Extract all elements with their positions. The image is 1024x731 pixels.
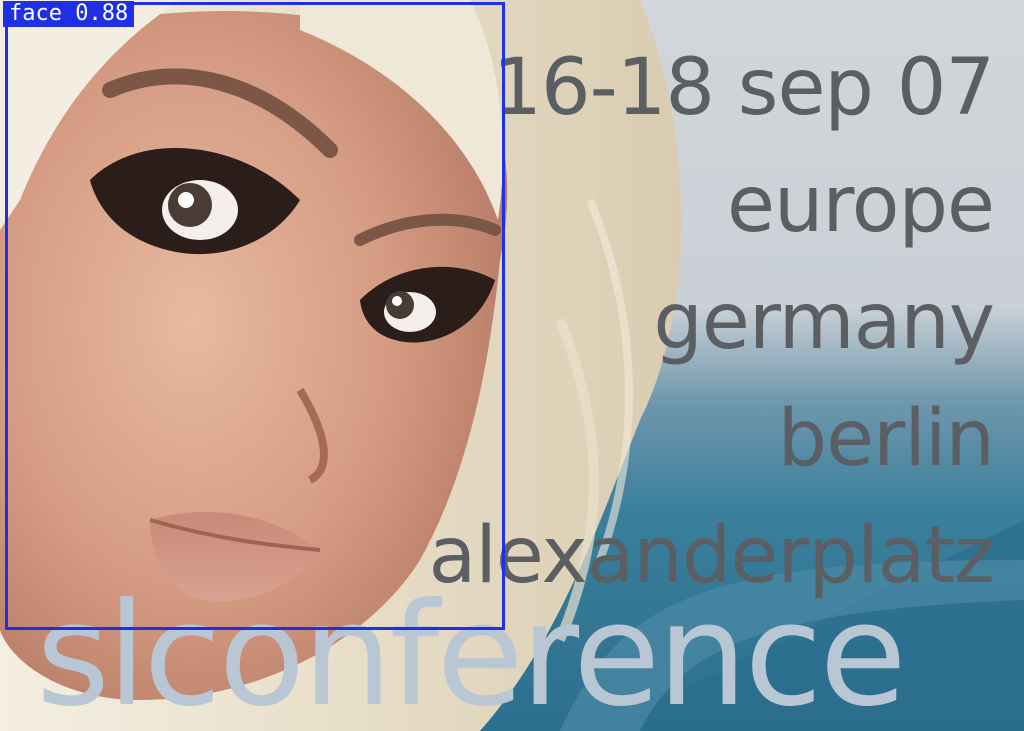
face-detection-box [5,2,505,630]
event-details: 16-18 sep 07 europe germany berlin alexa… [428,30,995,615]
event-country: germany [653,277,995,367]
event-city: berlin [777,394,995,484]
poster-image: 16-18 sep 07 europe germany berlin alexa… [0,0,1024,731]
event-region: europe [727,160,995,250]
detection-label: face 0.88 [3,1,135,27]
event-date: 16-18 sep 07 [492,43,995,133]
